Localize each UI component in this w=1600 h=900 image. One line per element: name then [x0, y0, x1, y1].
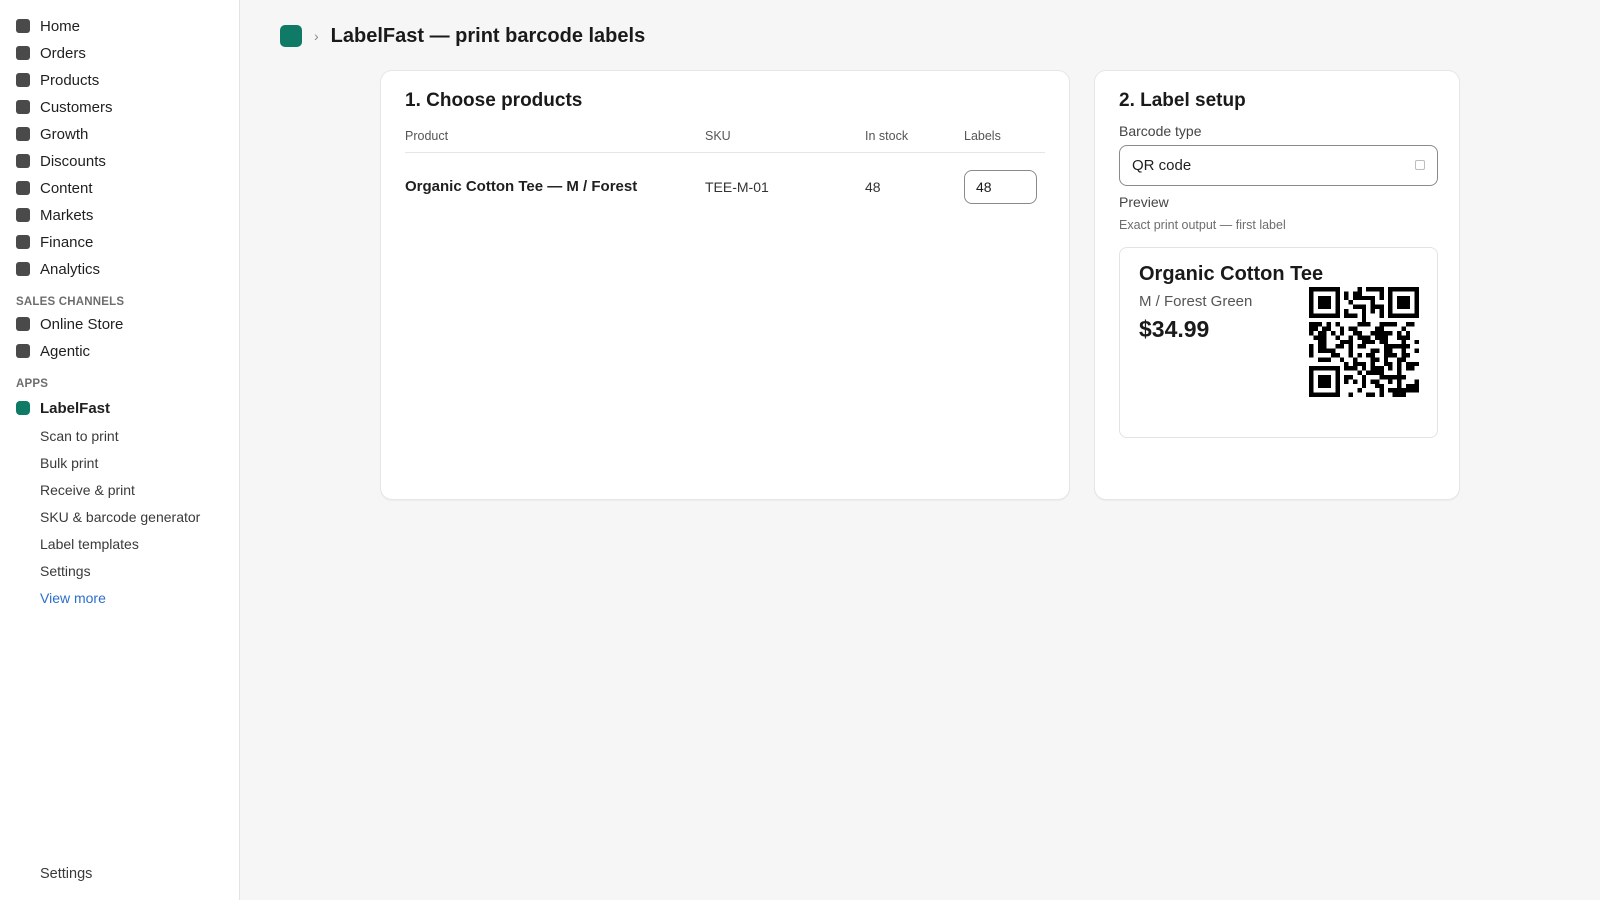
nav-labelfast[interactable]: LabelFast	[16, 397, 110, 419]
growth-icon	[16, 127, 30, 141]
in-stock-count: 48	[865, 179, 881, 195]
label-product-name: Organic Cotton Tee	[1139, 263, 1324, 285]
nav-home[interactable]: Home	[16, 15, 80, 37]
analytics-icon	[16, 262, 30, 276]
subnav-settings[interactable]: Settings	[40, 561, 91, 581]
nav-analytics[interactable]: Analytics	[16, 258, 100, 280]
markets-icon	[16, 208, 30, 222]
nav-label: Home	[40, 17, 81, 35]
nav-label: LabelFast	[40, 399, 111, 417]
page-header: › LabelFast — print barcode labels	[280, 24, 645, 48]
barcode-type-select[interactable]: QR code	[1119, 145, 1438, 186]
agentic-icon	[16, 344, 30, 358]
subnav-bulk-print[interactable]: Bulk print	[40, 453, 98, 473]
label-price: $34.99	[1139, 316, 1210, 342]
preview-hint: Exact print output — first label	[1119, 218, 1286, 232]
barcode-type-value: QR code	[1132, 157, 1192, 174]
column-header-product: Product	[405, 129, 449, 143]
nav-products[interactable]: Products	[16, 69, 99, 91]
column-header-sku: SKU	[705, 129, 731, 143]
nav-label: Growth	[40, 125, 89, 143]
column-header-in-stock: In stock	[865, 129, 909, 143]
subnav-receive-print[interactable]: Receive & print	[40, 480, 135, 500]
home-icon	[16, 19, 30, 33]
sidebar: Home Orders Products Customers Growth Di…	[0, 0, 240, 900]
orders-icon	[16, 46, 30, 60]
nav-finance[interactable]: Finance	[16, 231, 93, 253]
preview-label: Preview	[1119, 194, 1169, 210]
customers-icon	[16, 100, 30, 114]
qr-code-icon	[1309, 287, 1419, 397]
barcode-type-label: Barcode type	[1119, 123, 1202, 139]
card-title: 1. Choose products	[405, 90, 583, 111]
column-header-labels: Labels	[964, 129, 1001, 143]
label-preview: Organic Cotton Tee M / Forest Green $34.…	[1119, 247, 1438, 438]
table-header-divider	[405, 152, 1045, 153]
subnav-sku-barcode-generator[interactable]: SKU & barcode generator	[40, 507, 200, 527]
products-icon	[16, 73, 30, 87]
product-sku: TEE-M-01	[705, 179, 769, 195]
content-icon	[16, 181, 30, 195]
discounts-icon	[16, 154, 30, 168]
labels-quantity-input[interactable]	[964, 170, 1037, 204]
card-title: 2. Label setup	[1119, 90, 1246, 111]
select-caret-icon	[1415, 160, 1425, 170]
nav-agentic[interactable]: Agentic	[16, 340, 90, 362]
labelfast-app-icon[interactable]	[280, 25, 302, 47]
nav-label: Content	[40, 179, 93, 197]
labelfast-app-icon	[16, 401, 30, 415]
nav-discounts[interactable]: Discounts	[16, 150, 106, 172]
sales-channels-heading: SALES CHANNELS	[16, 296, 125, 308]
nav-online-store[interactable]: Online Store	[16, 313, 123, 335]
nav-customers[interactable]: Customers	[16, 96, 113, 118]
label-variant: M / Forest Green	[1139, 293, 1253, 310]
nav-label: Discounts	[40, 152, 106, 170]
choose-products-card: 1. Choose products Product SKU In stock …	[380, 70, 1070, 500]
nav-label: Products	[40, 71, 100, 89]
product-name: Organic Cotton Tee — M / Forest	[405, 178, 638, 195]
apps-heading: APPS	[16, 378, 49, 390]
online-store-icon	[16, 317, 30, 331]
finance-icon	[16, 235, 30, 249]
page-title: LabelFast — print barcode labels	[330, 24, 646, 47]
nav-markets[interactable]: Markets	[16, 204, 93, 226]
nav-label: Finance	[40, 233, 94, 251]
nav-label: Agentic	[40, 342, 91, 360]
sidebar-settings[interactable]: Settings	[40, 866, 92, 882]
nav-orders[interactable]: Orders	[16, 42, 86, 64]
nav-label: Customers	[40, 98, 113, 116]
nav-growth[interactable]: Growth	[16, 123, 88, 145]
nav-label: Orders	[40, 44, 86, 62]
nav-label: Markets	[40, 206, 94, 224]
subnav-label-templates[interactable]: Label templates	[40, 534, 139, 554]
nav-label: Online Store	[40, 315, 124, 333]
subnav-scan-to-print[interactable]: Scan to print	[40, 426, 119, 446]
nav-content[interactable]: Content	[16, 177, 93, 199]
nav-label: Analytics	[40, 260, 101, 278]
chevron-right-icon: ›	[314, 28, 319, 44]
view-more-link[interactable]: View more	[40, 588, 106, 608]
label-setup-card: 2. Label setup Barcode type QR code Prev…	[1094, 70, 1460, 500]
